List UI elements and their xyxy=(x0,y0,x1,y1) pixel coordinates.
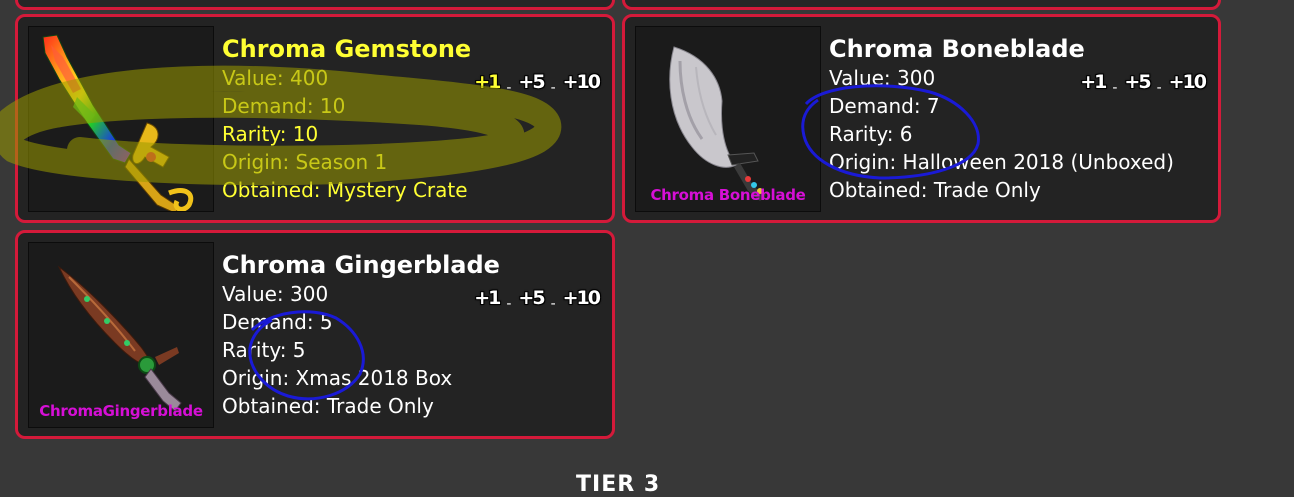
add-1-button[interactable]: +1 xyxy=(473,287,501,309)
quantity-buttons: +1 - +5 - +10 xyxy=(473,287,601,312)
gemstone-sword-image xyxy=(42,34,194,211)
item-obtained: Obtained: Mystery Crate xyxy=(222,178,468,202)
item-rarity: Rarity: 5 xyxy=(222,338,306,362)
add-5-button[interactable]: +5 xyxy=(1123,71,1151,93)
item-obtained: Obtained: Trade Only xyxy=(829,178,1041,202)
item-origin: Origin: Halloween 2018 (Unboxed) xyxy=(829,150,1174,174)
item-rarity: Rarity: 10 xyxy=(222,122,319,146)
item-rarity: Rarity: 6 xyxy=(829,122,913,146)
image-caption: ChromaGingerblade xyxy=(39,402,203,420)
item-card-chroma-gingerblade: ChromaGingerblade Chroma Gingerblade Val… xyxy=(15,230,615,439)
add-10-button[interactable]: +10 xyxy=(562,71,601,93)
add-5-button[interactable]: +5 xyxy=(517,287,545,309)
separator: - xyxy=(506,296,512,312)
previous-item-card xyxy=(622,0,1221,10)
item-image-chroma-gemstone xyxy=(28,26,214,212)
previous-item-card xyxy=(15,0,615,10)
item-card-chroma-gemstone: Chroma Gemstone Value: 400 Demand: 10 Ra… xyxy=(15,14,615,223)
item-name: Chroma Gingerblade xyxy=(222,251,500,279)
item-name: Chroma Boneblade xyxy=(829,35,1085,63)
item-details: Chroma Gemstone Value: 400 Demand: 10 Ra… xyxy=(222,34,602,204)
gingerblade-sword-image xyxy=(58,266,182,412)
separator: - xyxy=(1112,80,1118,96)
separator: - xyxy=(550,296,556,312)
item-details: Chroma Boneblade Value: 300 Demand: 7 Ra… xyxy=(829,34,1208,204)
item-origin: Origin: Season 1 xyxy=(222,150,388,174)
add-10-button[interactable]: +10 xyxy=(1168,71,1207,93)
separator: - xyxy=(506,80,512,96)
item-demand: Demand: 5 xyxy=(222,310,333,334)
item-image-chroma-gingerblade: ChromaGingerblade xyxy=(28,242,214,428)
add-1-button[interactable]: +1 xyxy=(1079,71,1107,93)
quantity-buttons: +1 - +5 - +10 xyxy=(473,71,601,96)
item-card-chroma-boneblade: Chroma Boneblade Chroma Boneblade Value:… xyxy=(622,14,1221,223)
quantity-buttons: +1 - +5 - +10 xyxy=(1079,71,1207,96)
item-origin: Origin: Xmas 2018 Box xyxy=(222,366,453,390)
boneblade-sword-image xyxy=(669,46,766,201)
item-image-chroma-boneblade: Chroma Boneblade xyxy=(635,26,821,212)
add-1-button[interactable]: +1 xyxy=(473,71,501,93)
item-details: Chroma Gingerblade Value: 300 Demand: 5 … xyxy=(222,250,602,420)
item-demand: Demand: 10 xyxy=(222,94,346,118)
separator: - xyxy=(1156,80,1162,96)
item-name: Chroma Gemstone xyxy=(222,35,472,63)
add-10-button[interactable]: +10 xyxy=(562,287,601,309)
add-5-button[interactable]: +5 xyxy=(517,71,545,93)
separator: - xyxy=(550,80,556,96)
item-demand: Demand: 7 xyxy=(829,94,940,118)
item-obtained: Obtained: Trade Only xyxy=(222,394,434,418)
image-caption: Chroma Boneblade xyxy=(650,186,806,204)
section-heading: TIER 3 xyxy=(576,472,661,497)
